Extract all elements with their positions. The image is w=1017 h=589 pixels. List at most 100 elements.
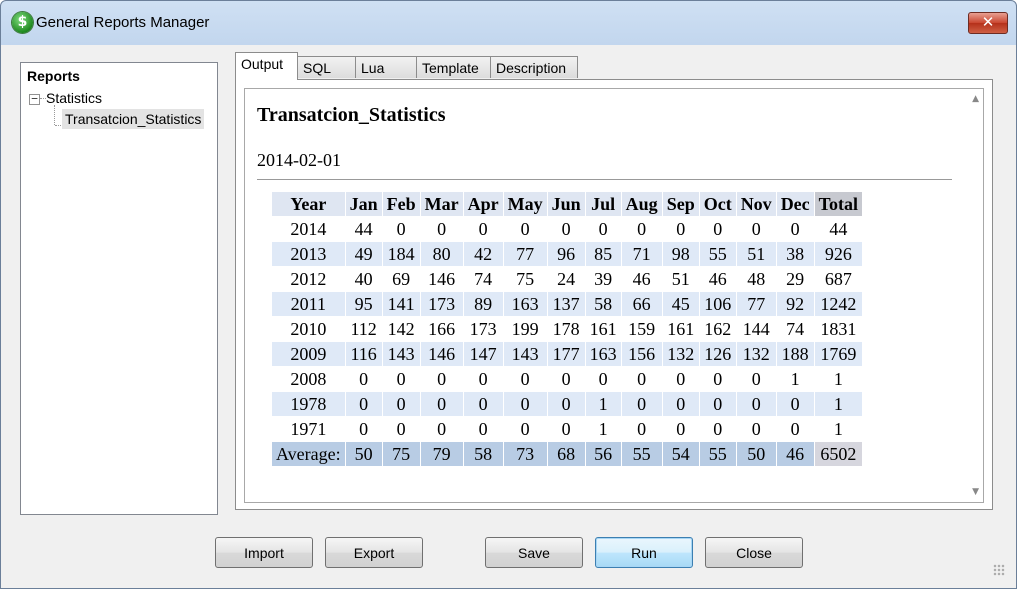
table-row: 2009 116 143 146 147 143 177 163 156 132 126 132 188… [272, 342, 863, 366]
table-cell: 0 [345, 392, 382, 416]
table-cell: 146 [420, 342, 463, 366]
table-cell: 46 [621, 267, 662, 291]
table-cell: 96 [547, 242, 585, 266]
tab-sql[interactable]: SQL [297, 56, 356, 78]
table-cell: 112 [345, 317, 382, 341]
table-cell: 1 [814, 367, 863, 391]
column-header: Apr [463, 192, 503, 216]
table-cell: 0 [345, 367, 382, 391]
table-cell: 199 [503, 317, 547, 341]
table-cell: 159 [621, 317, 662, 341]
table-cell: Average: [272, 442, 345, 466]
save-button[interactable]: Save [485, 537, 583, 568]
column-header: Feb [382, 192, 420, 216]
table-cell: 50 [736, 442, 776, 466]
table-cell: 116 [345, 342, 382, 366]
table-row: 2010 112 142 166 173 199 178 161 159 161 162 144 74 1… [272, 317, 863, 341]
table-cell: 89 [463, 292, 503, 316]
table-cell: 0 [776, 392, 814, 416]
table-cell: 161 [585, 317, 621, 341]
table-cell: 0 [463, 217, 503, 241]
table-cell: 0 [699, 417, 736, 441]
app-window: $ General Reports Manager ✕ Reports − St… [0, 0, 1017, 589]
table-cell: 66 [621, 292, 662, 316]
table-cell: 0 [420, 417, 463, 441]
table-cell: 0 [420, 217, 463, 241]
table-cell: 51 [662, 267, 699, 291]
column-header: Aug [621, 192, 662, 216]
table-cell: 0 [382, 217, 420, 241]
tab-lua[interactable]: Lua [355, 56, 417, 78]
report-title: Transatcion_Statistics [257, 104, 446, 126]
table-cell: 0 [420, 392, 463, 416]
tab-description[interactable]: Description [490, 56, 578, 78]
table-cell: 0 [503, 367, 547, 391]
table-cell: 24 [547, 267, 585, 291]
table-cell: 0 [662, 392, 699, 416]
table-row: 2012 40 69 146 74 75 24 39 46 51 46 48 29 687 [272, 267, 863, 291]
tree-root-reports[interactable]: Reports [27, 68, 80, 84]
table-cell: 55 [621, 442, 662, 466]
table-cell: 0 [547, 217, 585, 241]
tree-item-transatcion-statistics[interactable]: Transatcion_Statistics [62, 109, 205, 129]
dollar-coin-icon: $ [12, 12, 33, 33]
table-cell: 926 [814, 242, 863, 266]
table-cell: 2009 [272, 342, 345, 366]
column-header: Jun [547, 192, 585, 216]
scroll-down-icon[interactable]: ▼ [972, 487, 979, 497]
table-cell: 77 [736, 292, 776, 316]
table-cell: 38 [776, 242, 814, 266]
table-cell: 142 [382, 317, 420, 341]
table-cell: 141 [382, 292, 420, 316]
table-cell: 40 [345, 267, 382, 291]
table-cell: 173 [420, 292, 463, 316]
table-cell: 6502 [814, 442, 863, 466]
table-cell: 0 [463, 392, 503, 416]
tab-template[interactable]: Template [416, 56, 491, 78]
close-button[interactable]: Close [705, 537, 803, 568]
table-cell: 0 [736, 392, 776, 416]
table-header-row: Year Jan Feb Mar Apr May Jun Jul Aug Sep Oct Nov Dec… [272, 192, 863, 216]
report-output-view[interactable]: ▲ ▼ Transatcion_Statistics 2014-02-01 Ye… [244, 88, 984, 503]
dialog-body: Reports − Statistics Transatcion_Statist… [8, 45, 1009, 580]
table-cell: 143 [503, 342, 547, 366]
table-cell: 2010 [272, 317, 345, 341]
table-cell: 95 [345, 292, 382, 316]
tab-output[interactable]: Output [235, 52, 298, 80]
close-window-button[interactable]: ✕ [968, 12, 1008, 34]
table-cell: 144 [736, 317, 776, 341]
table-cell: 68 [547, 442, 585, 466]
tree-node-statistics[interactable]: Statistics [46, 90, 102, 106]
table-cell: 1831 [814, 317, 863, 341]
table-cell: 42 [463, 242, 503, 266]
reports-tree[interactable]: Reports − Statistics Transatcion_Statist… [20, 62, 218, 515]
export-button[interactable]: Export [325, 537, 423, 568]
table-cell: 98 [662, 242, 699, 266]
collapse-icon[interactable]: − [29, 93, 40, 105]
table-cell: 184 [382, 242, 420, 266]
table-cell: 2011 [272, 292, 345, 316]
table-cell: 162 [699, 317, 736, 341]
table-cell: 44 [345, 217, 382, 241]
table-cell: 69 [382, 267, 420, 291]
column-header: Total [814, 192, 863, 216]
title-bar[interactable]: $ General Reports Manager ✕ [1, 1, 1016, 45]
table-cell: 45 [662, 292, 699, 316]
table-cell: 0 [736, 417, 776, 441]
import-button[interactable]: Import [215, 537, 313, 568]
table-cell: 58 [585, 292, 621, 316]
table-cell: 51 [736, 242, 776, 266]
run-button[interactable]: Run [595, 537, 693, 568]
table-cell: 46 [699, 267, 736, 291]
table-cell: 50 [345, 442, 382, 466]
scroll-up-icon[interactable]: ▲ [972, 94, 979, 104]
table-cell: 161 [662, 317, 699, 341]
table-cell: 2013 [272, 242, 345, 266]
resize-grip-icon[interactable] [993, 564, 1005, 576]
table-cell: 126 [699, 342, 736, 366]
table-cell: 0 [621, 417, 662, 441]
table-cell: 178 [547, 317, 585, 341]
table-cell: 0 [547, 417, 585, 441]
window-title: General Reports Manager [36, 14, 210, 31]
table-cell: 0 [503, 217, 547, 241]
